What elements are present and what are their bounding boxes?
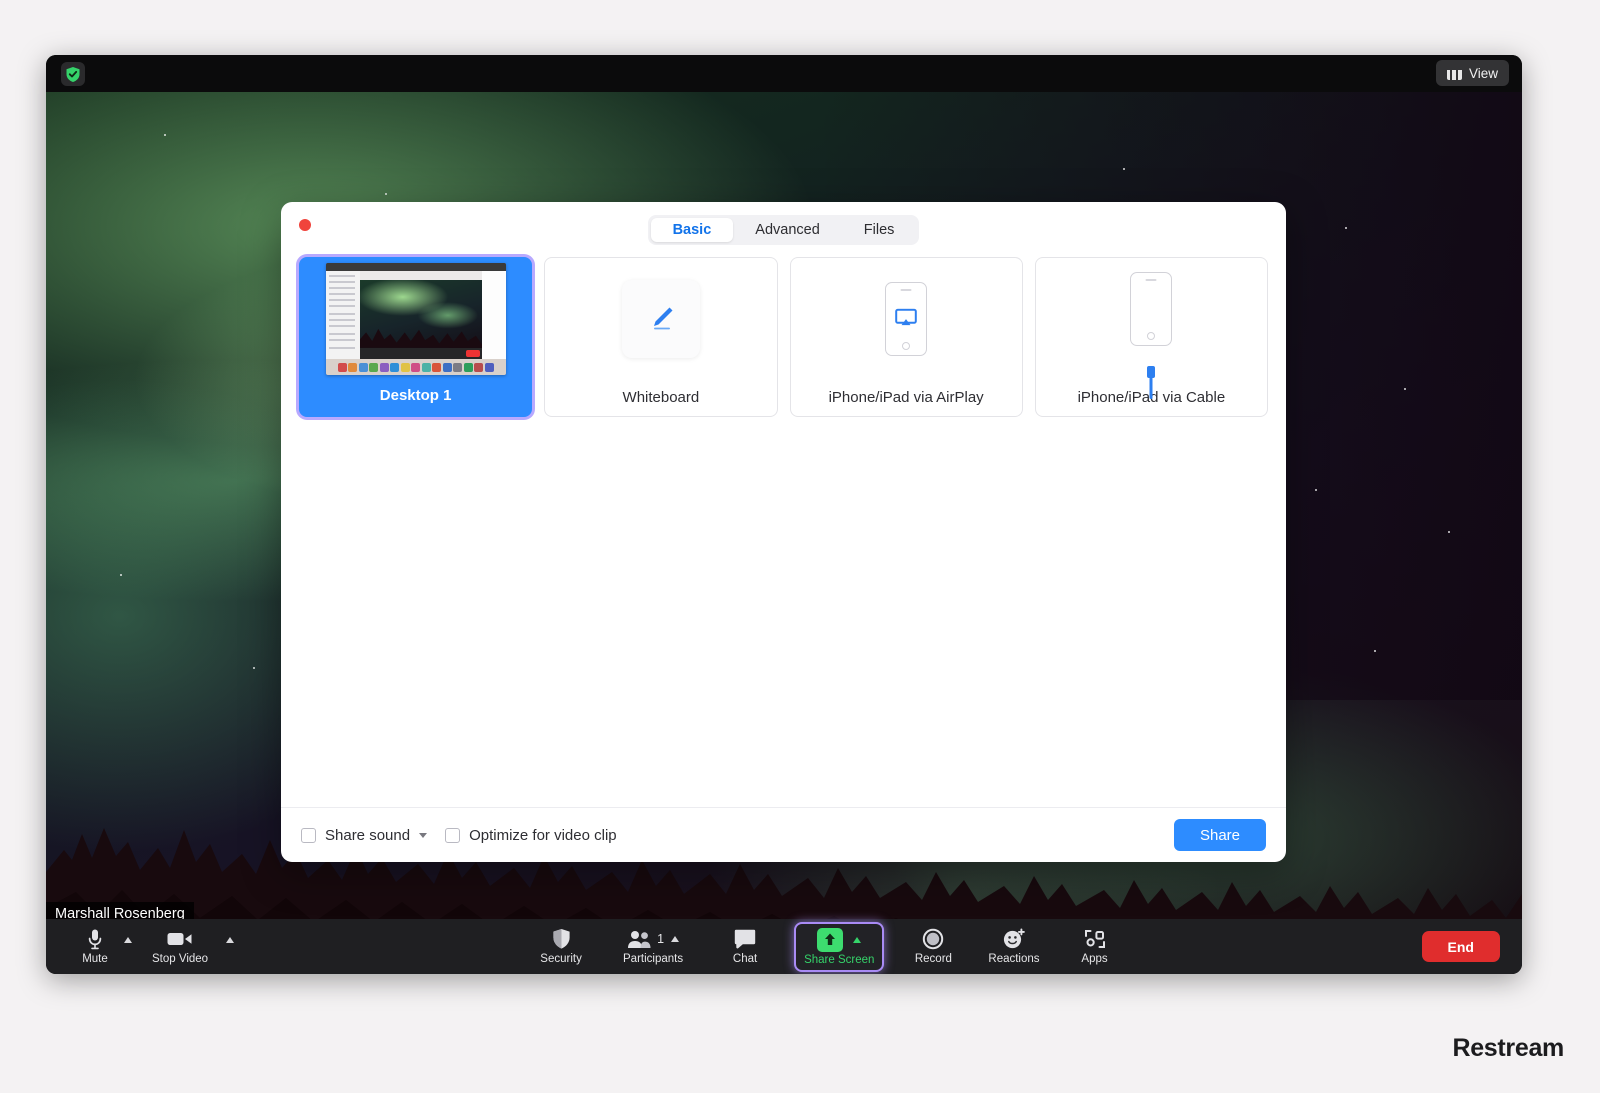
video-stage: Marshall Rosenberg Basic Advanced Files xyxy=(46,92,1522,937)
view-button-label: View xyxy=(1469,66,1498,81)
control-apps[interactable]: Apps xyxy=(1068,922,1122,972)
control-mute[interactable]: Mute xyxy=(68,922,122,972)
desktop-screenshot-thumbnail xyxy=(326,263,506,375)
control-stop-video[interactable]: Stop Video xyxy=(146,922,214,972)
tab-strip: Basic Advanced Files xyxy=(648,215,920,245)
tab-files[interactable]: Files xyxy=(842,218,917,242)
star xyxy=(1404,388,1406,390)
lightning-cable-icon xyxy=(1147,366,1155,378)
tab-basic[interactable]: Basic xyxy=(651,218,734,242)
control-label: Apps xyxy=(1081,953,1107,965)
star xyxy=(120,574,122,576)
pen-icon xyxy=(641,299,681,339)
chevron-up-icon[interactable] xyxy=(124,937,132,943)
whiteboard-tile xyxy=(622,280,700,358)
restream-watermark: Restream xyxy=(1452,1034,1564,1063)
share-screen-up-arrow-icon xyxy=(817,928,843,952)
share-source-airplay[interactable]: iPhone/iPad via AirPlay xyxy=(790,257,1023,417)
control-label: Participants xyxy=(623,953,683,965)
chevron-up-icon[interactable] xyxy=(671,936,679,942)
control-share-screen[interactable]: Share Screen xyxy=(794,922,884,972)
desktop-thumbnail-wrap xyxy=(302,260,529,378)
phone-airplay-icon xyxy=(885,282,927,356)
checkbox-box[interactable] xyxy=(301,828,316,843)
chat-bubble-icon xyxy=(734,928,756,950)
zoom-meeting-window: Marshall Rosenberg Basic Advanced Files xyxy=(46,55,1522,974)
smiley-plus-icon xyxy=(1002,928,1026,950)
whiteboard-thumbnail-wrap xyxy=(545,258,776,380)
shield-check-icon[interactable] xyxy=(61,62,85,86)
video-camera-icon xyxy=(167,928,193,950)
control-reactions[interactable]: Reactions xyxy=(982,922,1045,972)
record-circle-icon xyxy=(922,928,944,950)
end-meeting-button[interactable]: End xyxy=(1422,931,1500,962)
control-security[interactable]: Security xyxy=(534,922,588,972)
view-button[interactable]: View xyxy=(1436,60,1509,86)
phone-cable-icon xyxy=(1130,272,1172,346)
share-source-whiteboard[interactable]: Whiteboard xyxy=(544,257,777,417)
people-icon: 1 xyxy=(627,928,679,950)
optimize-video-label: Optimize for video clip xyxy=(469,827,617,844)
share-source-grid: Desktop 1 Whiteboard xyxy=(281,257,1286,807)
share-button[interactable]: Share xyxy=(1174,819,1266,851)
control-label: Record xyxy=(915,953,952,965)
control-record[interactable]: Record xyxy=(906,922,960,972)
control-bar-center: Security 1 Participants xyxy=(234,922,1421,972)
checkbox-box[interactable] xyxy=(445,828,460,843)
airplay-thumbnail-wrap xyxy=(791,258,1022,380)
control-participants[interactable]: 1 Participants xyxy=(610,922,696,972)
cable-thumbnail-wrap xyxy=(1036,258,1267,380)
shield-icon xyxy=(552,928,571,950)
share-dialog-footer: Share sound Optimize for video clip Shar… xyxy=(281,807,1286,862)
control-label: Share Screen xyxy=(804,954,874,966)
control-bar-right: End xyxy=(1422,931,1522,962)
share-sound-checkbox[interactable]: Share sound xyxy=(301,827,427,844)
share-sound-label: Share sound xyxy=(325,827,410,844)
control-label: Chat xyxy=(733,953,757,965)
tab-advanced[interactable]: Advanced xyxy=(733,218,842,242)
optimize-video-checkbox[interactable]: Optimize for video clip xyxy=(445,827,617,844)
share-source-desktop-1[interactable]: Desktop 1 xyxy=(299,257,532,417)
chevron-up-icon[interactable] xyxy=(853,937,861,943)
participant-count: 1 xyxy=(657,932,664,946)
microphone-icon xyxy=(87,928,103,950)
share-screen-row xyxy=(817,928,861,952)
share-screen-dialog: Basic Advanced Files xyxy=(281,202,1286,862)
control-chat[interactable]: Chat xyxy=(718,922,772,972)
chevron-up-icon[interactable] xyxy=(226,937,234,943)
airplay-glyph xyxy=(895,309,917,329)
control-bar-left: Mute Stop Video xyxy=(46,922,234,972)
window-top-bar: View xyxy=(46,55,1522,92)
control-label: Mute xyxy=(82,953,108,965)
dialog-header: Basic Advanced Files xyxy=(281,202,1286,257)
control-label: Reactions xyxy=(988,953,1039,965)
grid-view-icon xyxy=(1447,67,1462,80)
share-source-cable[interactable]: iPhone/iPad via Cable xyxy=(1035,257,1268,417)
control-label: Stop Video xyxy=(152,953,208,965)
meeting-control-bar: Mute Stop Video xyxy=(46,919,1522,974)
apps-bracket-icon xyxy=(1083,928,1107,950)
star xyxy=(253,667,255,669)
share-source-label: iPhone/iPad via AirPlay xyxy=(791,380,1022,416)
share-source-label: Whiteboard xyxy=(545,380,776,416)
control-label: Security xyxy=(540,953,582,965)
chevron-down-icon[interactable] xyxy=(419,833,427,838)
share-source-label: Desktop 1 xyxy=(302,378,529,414)
